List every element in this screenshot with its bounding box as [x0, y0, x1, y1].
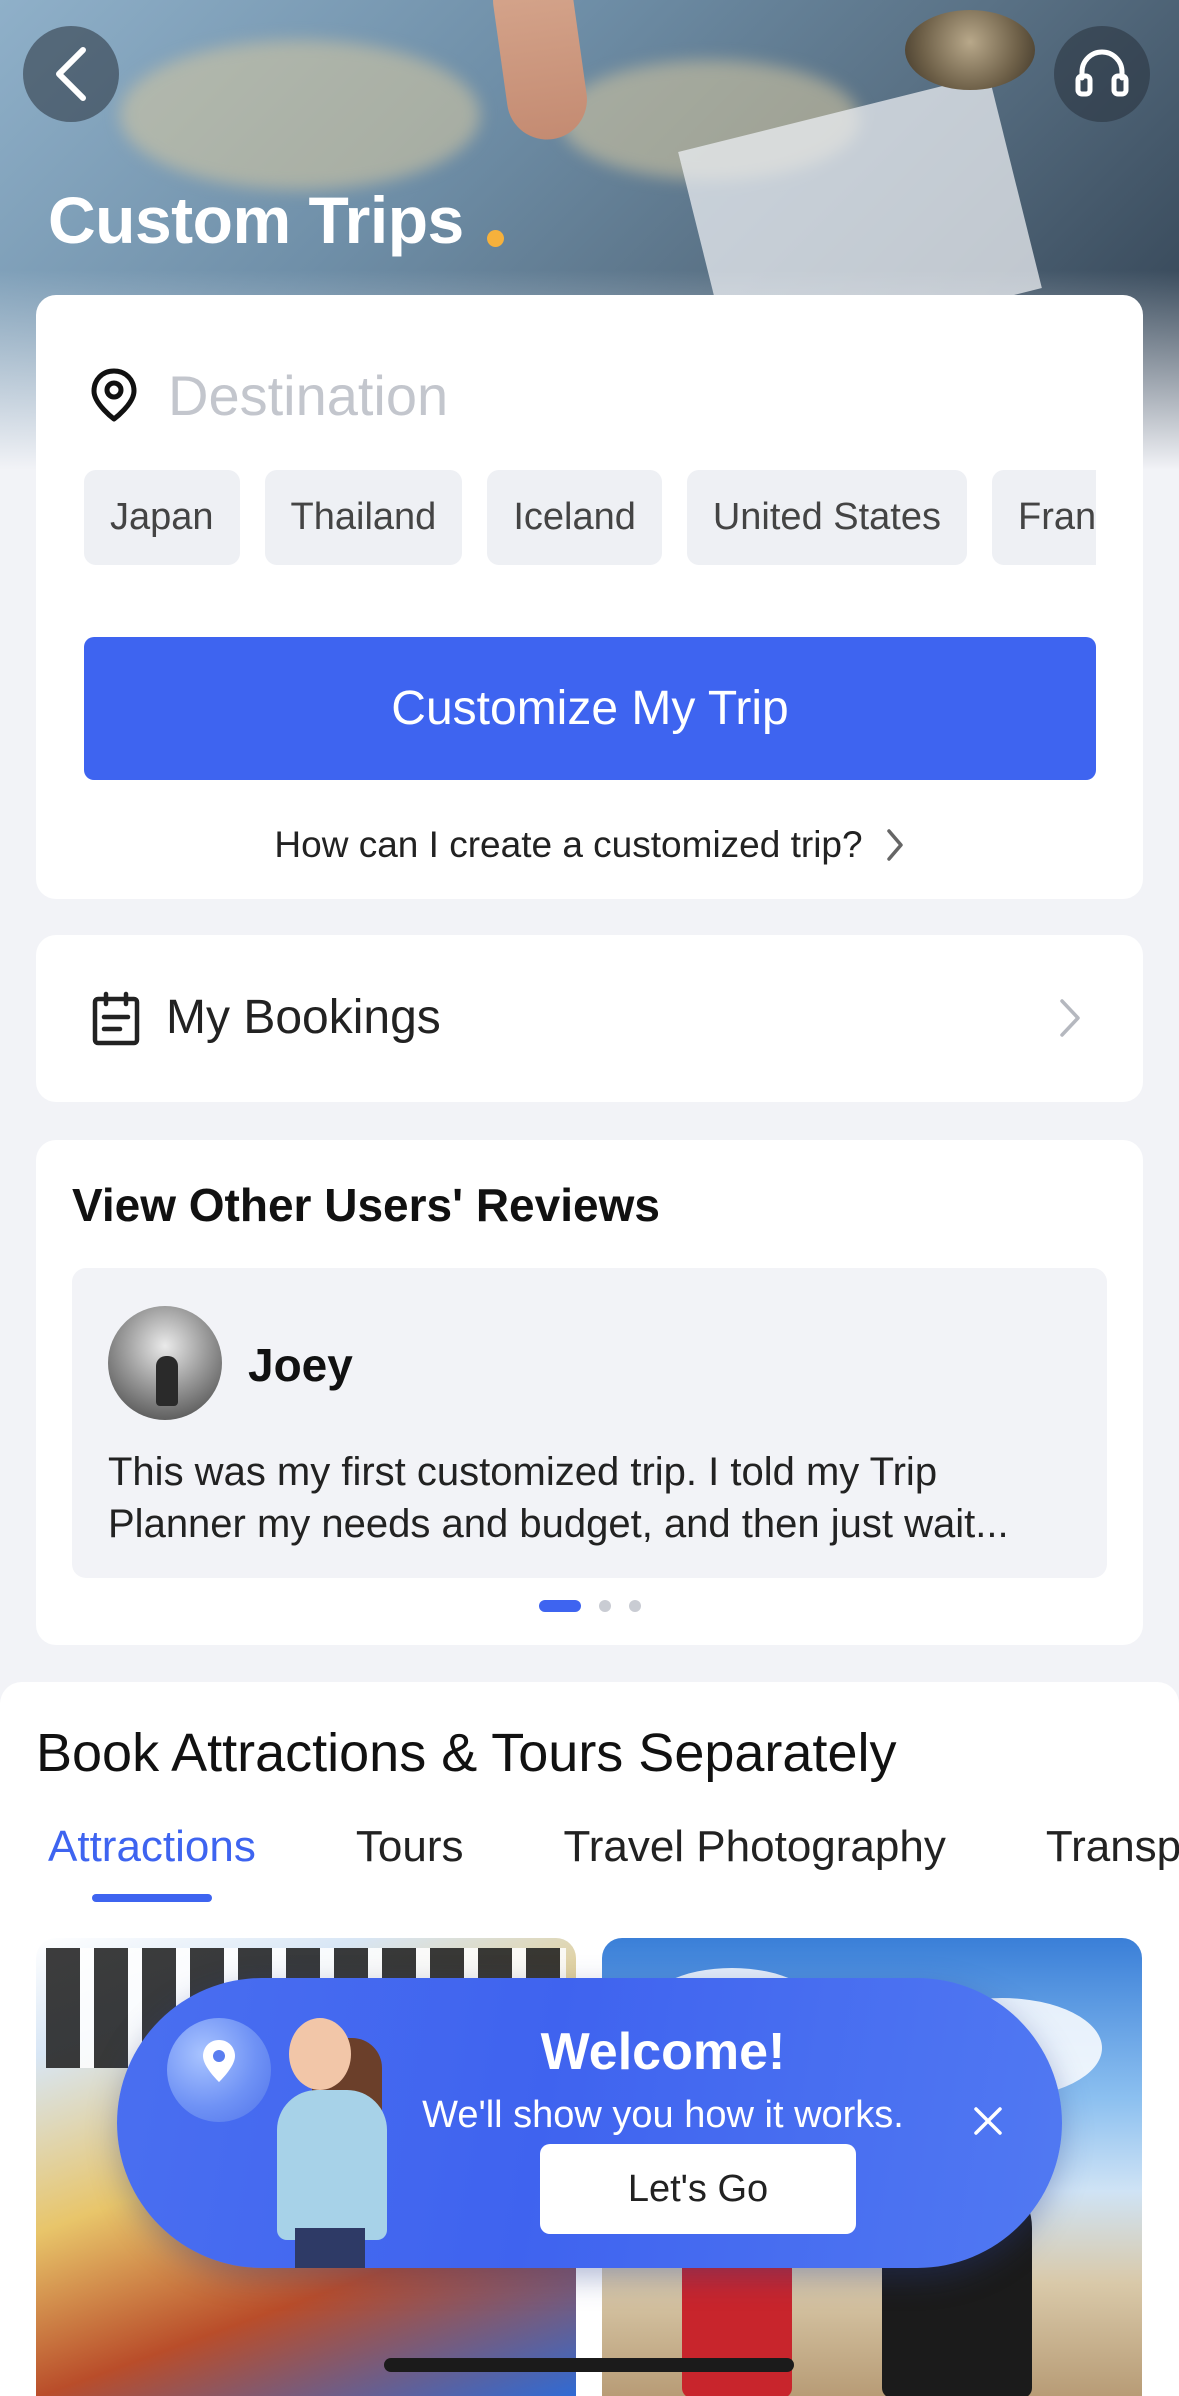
close-icon: [974, 2107, 1002, 2135]
pointing-finger: [487, 0, 593, 145]
reviews-card: View Other Users' Reviews Joey This was …: [36, 1140, 1143, 1645]
chip-thailand[interactable]: Thailand: [264, 470, 463, 565]
destination-chips: Japan Thailand Iceland United States Fra…: [84, 470, 1096, 565]
avatar: [108, 1306, 222, 1420]
help-link[interactable]: How can I create a customized trip?: [36, 815, 1143, 875]
chevron-right-icon: [886, 829, 903, 861]
reviewer-name: Joey: [248, 1339, 353, 1391]
carousel-dot[interactable]: [628, 1600, 641, 1612]
chip-japan[interactable]: Japan: [84, 470, 240, 565]
compass: [905, 10, 1035, 90]
chip-united-states[interactable]: United States: [686, 470, 967, 565]
help-link-label: How can I create a customized trip?: [274, 824, 863, 865]
welcome-title: Welcome!: [540, 2023, 786, 2081]
clipboard-icon: [92, 991, 140, 1046]
lets-go-button[interactable]: Let's Go: [540, 2144, 856, 2234]
my-bookings-row[interactable]: My Bookings: [36, 935, 1143, 1102]
guide-illustration: [277, 2090, 387, 2240]
tab-travel-photography[interactable]: Travel Photography: [563, 1822, 945, 1922]
location-pin-icon: [91, 368, 137, 422]
guide-illustration: [295, 2228, 365, 2268]
back-button[interactable]: [23, 26, 119, 122]
guide-illustration: [289, 2018, 351, 2090]
carousel-dot[interactable]: [598, 1600, 611, 1612]
carousel-dots: [36, 1600, 1143, 1612]
home-indicator[interactable]: [384, 2358, 794, 2372]
chevron-left-icon: [56, 47, 86, 101]
tab-attractions[interactable]: Attractions: [48, 1822, 256, 1922]
destination-input[interactable]: [168, 355, 1068, 435]
carousel-dot-active[interactable]: [538, 1600, 581, 1612]
title-accent-dot: [487, 230, 504, 247]
chip-france[interactable]: Franc: [992, 470, 1096, 565]
customer-support-button[interactable]: [1054, 26, 1150, 122]
review-text: This was my first customized trip. I tol…: [108, 1450, 1009, 1546]
welcome-tooltip: Welcome! We'll show you how it works. Le…: [117, 1978, 1062, 2268]
customize-trip-button[interactable]: Customize My Trip: [84, 637, 1096, 780]
close-button[interactable]: [963, 2096, 1013, 2146]
trip-search-card: Japan Thailand Iceland United States Fra…: [36, 295, 1143, 899]
page-title: Custom Trips: [48, 183, 464, 257]
category-tabs: Attractions Tours Travel Photography Tra…: [48, 1822, 1179, 1922]
tab-transport[interactable]: Transport: [1046, 1822, 1179, 1922]
my-bookings-label: My Bookings: [166, 991, 441, 1044]
section-title: Book Attractions & Tours Separately: [36, 1723, 897, 1783]
review-item[interactable]: Joey This was my first customized trip. …: [72, 1268, 1107, 1578]
chevron-right-icon: [1060, 999, 1080, 1037]
avatar-figure: [156, 1356, 178, 1406]
reviews-title: View Other Users' Reviews: [72, 1179, 660, 1231]
welcome-subtitle: We'll show you how it works.: [422, 2094, 904, 2136]
headset-icon: [1075, 49, 1129, 97]
map-background: [120, 40, 480, 190]
chip-iceland[interactable]: Iceland: [487, 470, 662, 565]
location-pin-icon: [203, 2040, 235, 2082]
tab-tours[interactable]: Tours: [356, 1822, 464, 1922]
